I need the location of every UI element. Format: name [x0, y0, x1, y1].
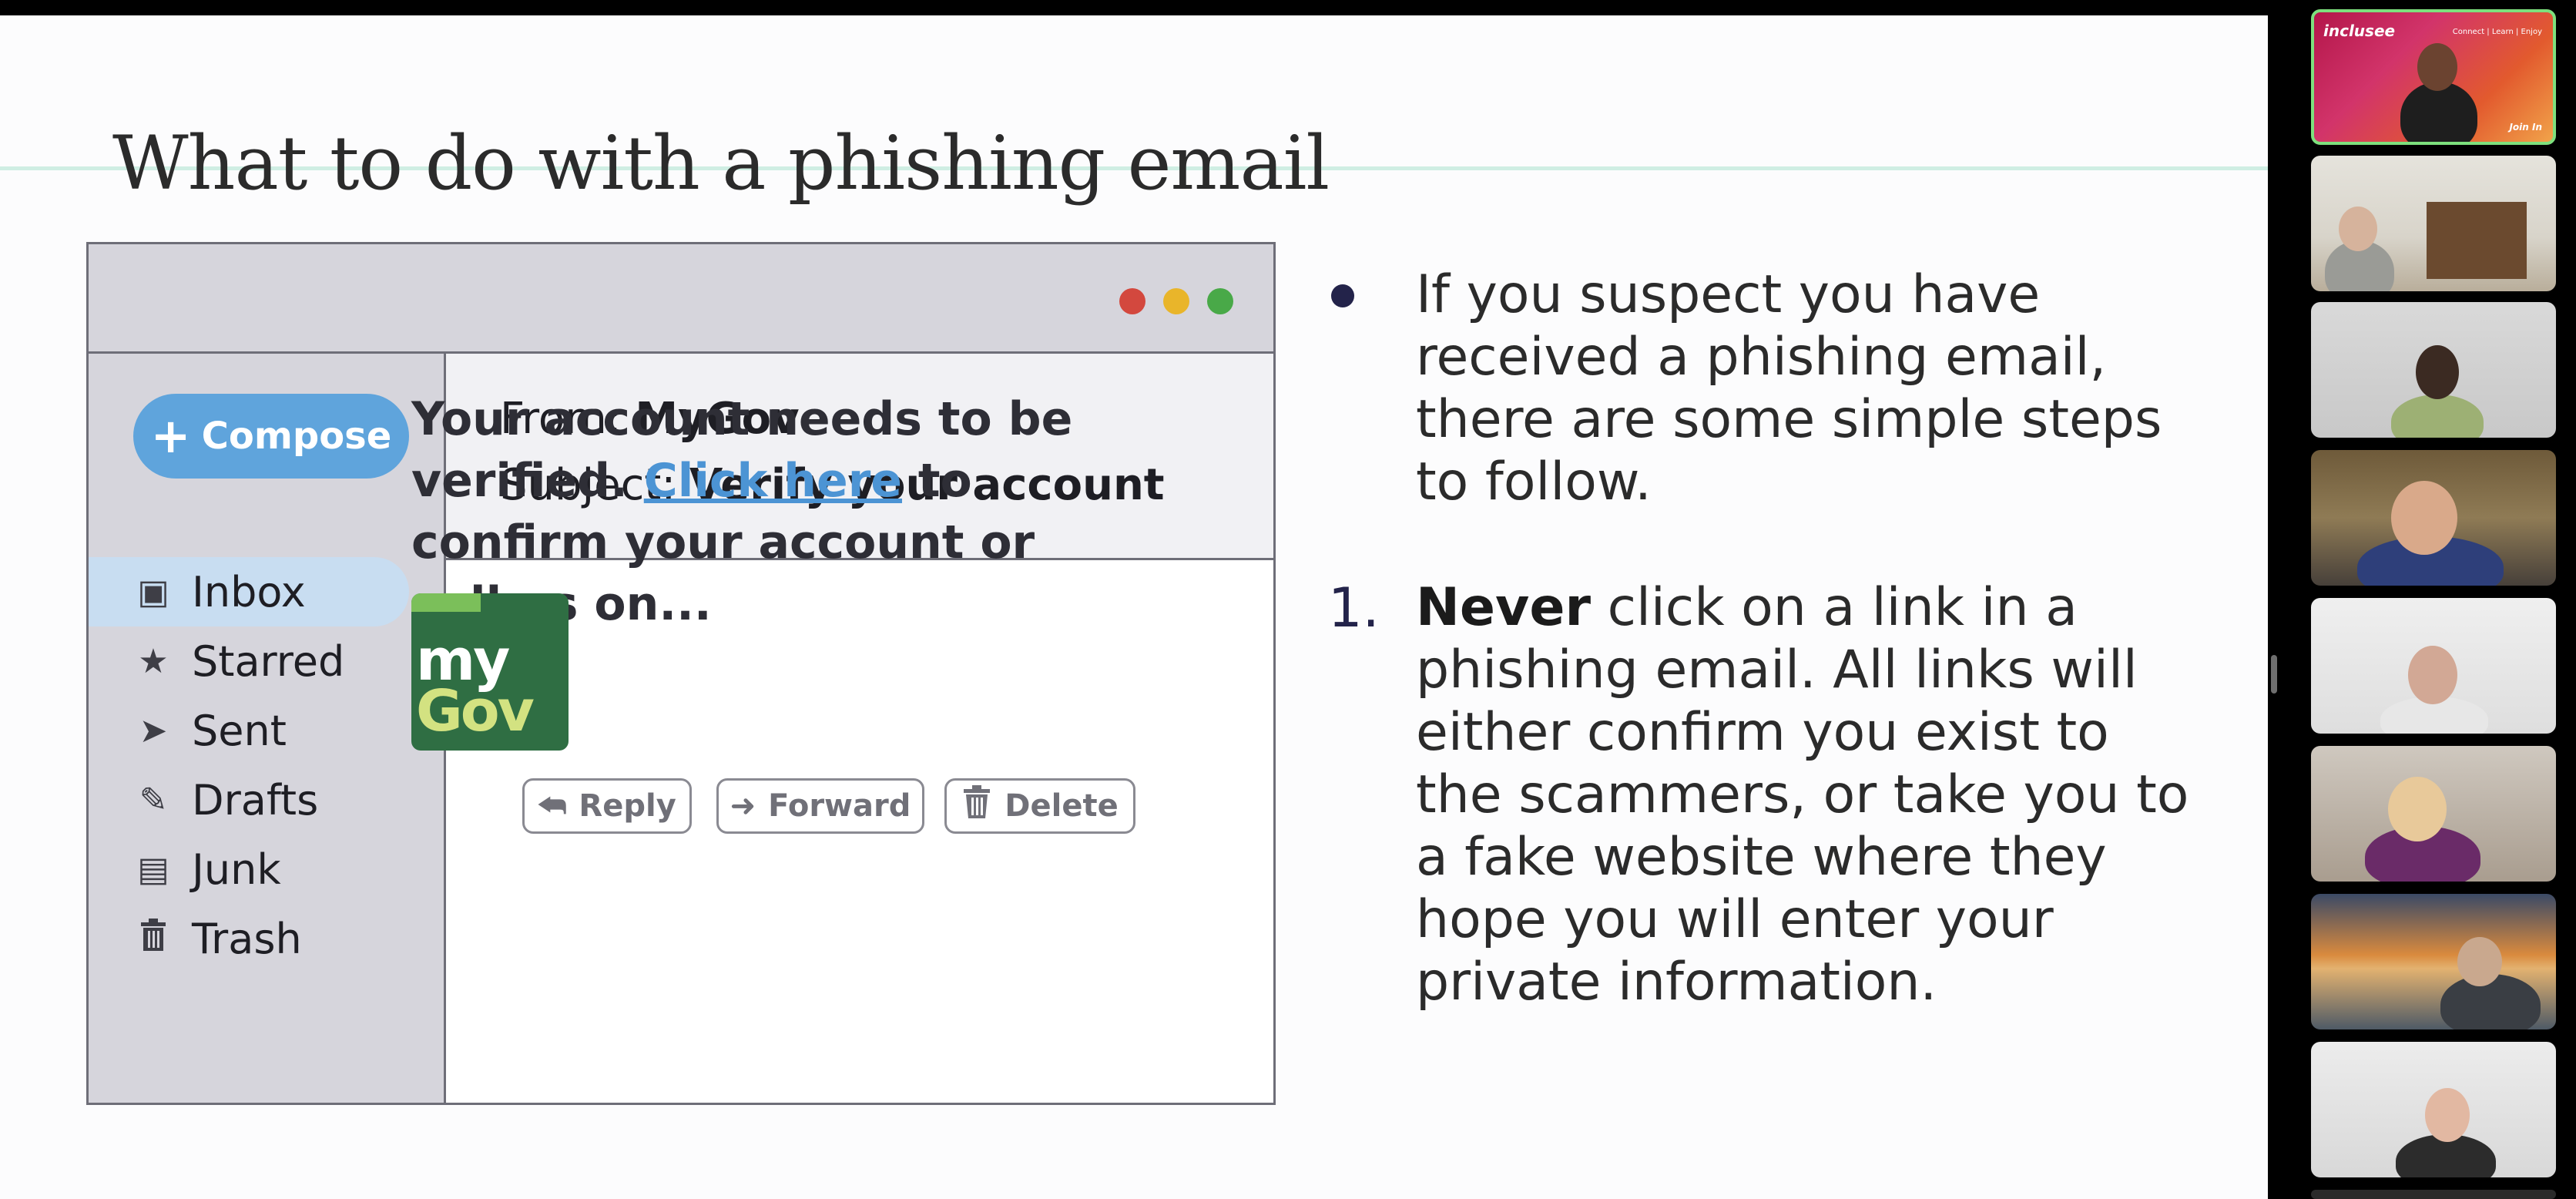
phishing-link[interactable]: Click here [644, 454, 902, 508]
bookshelf [2427, 202, 2527, 279]
star-icon: ★ [138, 641, 169, 681]
participant-tile[interactable] [2311, 156, 2556, 291]
plus-icon: + [150, 408, 191, 464]
participant-tile[interactable] [2311, 1190, 2556, 1199]
presenter-tagline: Connect | Learn | Enjoy [2452, 28, 2542, 36]
presenter-join: Join In [2509, 122, 2542, 133]
participant-video [2400, 82, 2477, 142]
mygov-logo: my Gov [411, 593, 569, 751]
reply-button[interactable]: ⮪ Reply [522, 778, 692, 834]
folder-label: Trash [192, 914, 302, 963]
folder-inbox[interactable]: ▣ Inbox [89, 557, 409, 626]
logo-tab [411, 593, 481, 612]
window-titlebar [89, 244, 1273, 354]
slide-title: What to do with a phishing email [112, 120, 1330, 207]
intro-bullet: If you suspect you have received a phish… [1416, 264, 2162, 512]
step-rest: click on a link in a phishing email. All… [1416, 577, 2189, 1013]
reply-arrow-icon: ⮪ [538, 788, 567, 824]
participant-head [2416, 345, 2459, 399]
forward-arrow-icon: ➜ [730, 788, 756, 824]
participant-head [2391, 481, 2457, 555]
participant-video [2391, 395, 2484, 438]
delete-button[interactable]: Delete [944, 778, 1135, 834]
send-icon: ➤ [139, 710, 168, 751]
window-minimize-dot [1163, 288, 1189, 314]
participants-panel: inclusee Connect | Learn | Enjoy Join In [2268, 0, 2576, 1199]
folder-starred[interactable]: ★ Starred [89, 626, 412, 696]
participant-tile[interactable] [2311, 302, 2556, 438]
logo-text-gov: Gov [416, 678, 535, 744]
participant-head [2425, 1088, 2470, 1142]
email-client-mockup: + Compose ▣ Inbox ★ Starred ➤ Sent ✎ Dra… [86, 242, 1276, 1105]
forward-label: Forward [768, 788, 911, 824]
panel-resize-handle[interactable] [2271, 655, 2277, 694]
participant-tile[interactable] [2311, 450, 2556, 586]
mail-sidebar: + Compose ▣ Inbox ★ Starred ➤ Sent ✎ Dra… [89, 354, 446, 1103]
compose-label: Compose [201, 415, 392, 458]
participant-tile[interactable] [2311, 598, 2556, 734]
folder-label: Inbox [192, 567, 306, 616]
participant-head [2408, 646, 2457, 704]
participant-head [2417, 43, 2457, 91]
reply-label: Reply [579, 788, 676, 824]
participant-tile[interactable] [2311, 894, 2556, 1029]
delete-label: Delete [1005, 788, 1119, 824]
trash-icon [130, 918, 176, 960]
step-one-text: Never click on a link in a phishing emai… [1416, 576, 2202, 1013]
trash-icon [961, 785, 992, 827]
participant-tile[interactable] [2311, 1042, 2556, 1177]
folder-sent[interactable]: ➤ Sent [89, 696, 412, 765]
folder-label: Drafts [192, 775, 319, 825]
participant-tile[interactable] [2311, 746, 2556, 882]
meeting-top-bar [0, 0, 2576, 15]
pencil-icon: ✎ [139, 780, 168, 820]
participant-head [2388, 777, 2447, 841]
window-close-dot [1119, 288, 1145, 314]
folder-label: Sent [192, 706, 287, 755]
folder-junk[interactable]: ▤ Junk [89, 835, 412, 904]
compose-button[interactable]: + Compose [133, 394, 409, 479]
folder-drafts[interactable]: ✎ Drafts [89, 765, 412, 835]
step-number: 1. [1328, 576, 1380, 640]
participant-head [2339, 207, 2377, 251]
inbox-icon: ▣ [137, 572, 169, 612]
folder-label: Starred [192, 636, 345, 686]
window-maximize-dot [1207, 288, 1233, 314]
presenter-brand: inclusee [2323, 22, 2396, 40]
step-bold: Never [1416, 577, 1592, 638]
junk-icon: ▤ [137, 849, 169, 889]
folder-label: Junk [192, 845, 281, 894]
bullet-dot [1331, 284, 1354, 307]
shared-slide: What to do with a phishing email + Compo… [0, 15, 2268, 1199]
folder-trash[interactable]: Trash [89, 904, 412, 973]
participant-tile-presenter[interactable]: inclusee Connect | Learn | Enjoy Join In [2311, 9, 2556, 145]
participant-head [2457, 937, 2502, 986]
forward-button[interactable]: ➜ Forward [716, 778, 924, 834]
